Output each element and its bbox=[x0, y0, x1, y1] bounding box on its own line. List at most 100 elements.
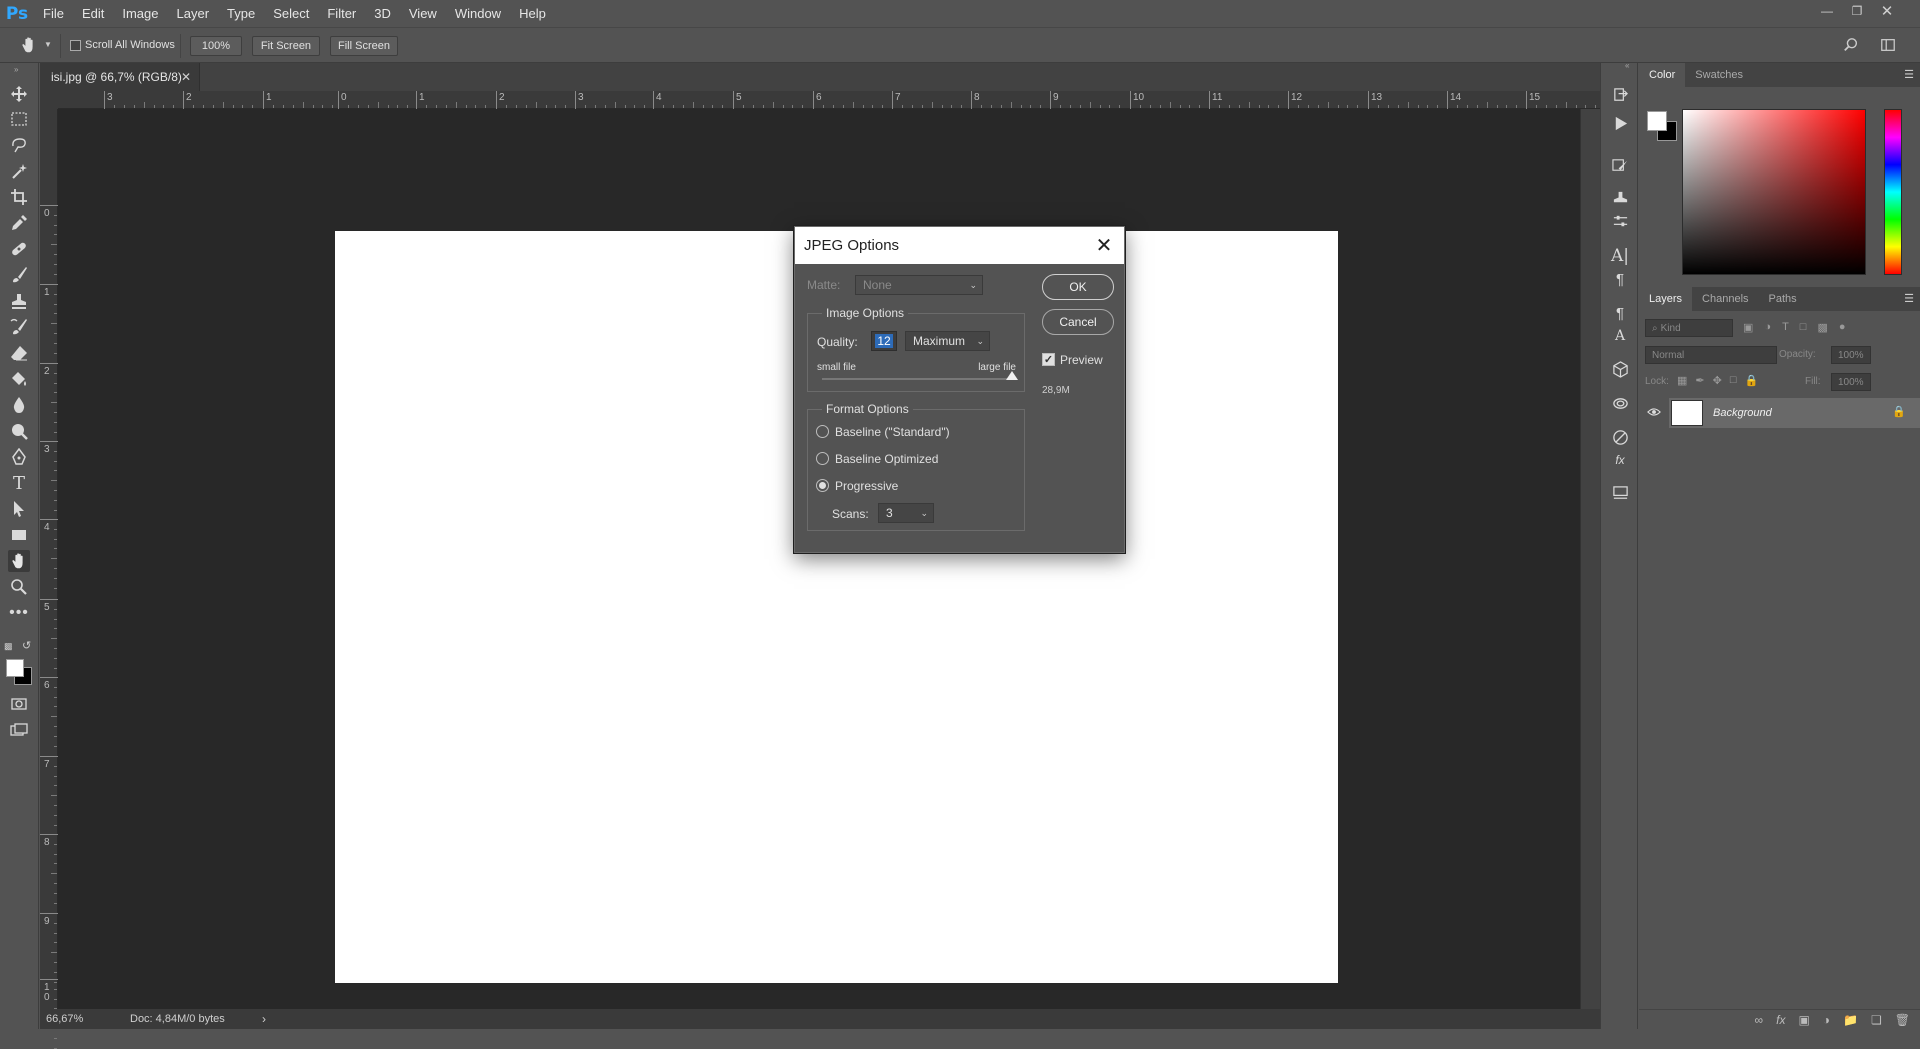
clone-stamp-tool-icon[interactable] bbox=[8, 290, 30, 312]
adjustment-layer-icon[interactable]: ◑ bbox=[1823, 1013, 1830, 1027]
blend-mode-select[interactable]: Normal bbox=[1645, 346, 1777, 364]
lock-transparent-icon[interactable]: ▦ bbox=[1677, 374, 1687, 387]
layers-panel-menu-icon[interactable]: ☰ bbox=[1904, 292, 1914, 305]
screen-mode-icon[interactable] bbox=[8, 719, 30, 741]
tab-swatches[interactable]: Swatches bbox=[1685, 63, 1753, 87]
foreground-color-swatch[interactable] bbox=[6, 659, 24, 677]
menu-view[interactable]: View bbox=[400, 0, 446, 27]
quality-preset-select[interactable]: Maximum ⌄ bbox=[905, 331, 990, 351]
tab-layers[interactable]: Layers bbox=[1639, 287, 1693, 311]
3d-panel-icon[interactable] bbox=[1610, 359, 1630, 379]
lock-position-icon[interactable]: ✥ bbox=[1713, 374, 1722, 387]
dodge-tool-icon[interactable] bbox=[8, 420, 30, 442]
cancel-button[interactable]: Cancel bbox=[1042, 309, 1114, 335]
layer-filter-kind[interactable]: ⌕ Kind bbox=[1645, 319, 1733, 337]
blur-tool-icon[interactable] bbox=[8, 394, 30, 416]
hand-tool-icon[interactable] bbox=[20, 36, 38, 54]
color-panel-menu-icon[interactable]: ☰ bbox=[1904, 68, 1914, 81]
adjustment-filter-icon[interactable]: ◑ bbox=[1764, 321, 1771, 334]
default-colors-icon[interactable]: ▩ bbox=[4, 641, 13, 652]
horizontal-ruler[interactable]: 3 2 1 0 1 2 3 4 5 6 7 8 9 10 11 12 13 14 15 bbox=[58, 91, 1600, 109]
search-icon[interactable] bbox=[1843, 37, 1861, 55]
tab-paths[interactable]: Paths bbox=[1759, 287, 1807, 311]
fill-screen-button[interactable]: Fill Screen bbox=[330, 36, 398, 56]
document-tab[interactable]: isi.jpg @ 66,7% (RGB/8) ✕ bbox=[40, 63, 200, 91]
fill-field[interactable]: 100% bbox=[1831, 373, 1871, 391]
color-panel-foreground-swatch[interactable] bbox=[1647, 111, 1667, 131]
type-tool-icon[interactable]: T bbox=[8, 472, 30, 494]
dialog-title-bar[interactable]: JPEG Options ✕ bbox=[795, 227, 1124, 264]
layer-mask-icon[interactable]: ▣ bbox=[1798, 1013, 1809, 1027]
actions-panel-icon[interactable] bbox=[1610, 113, 1630, 133]
menu-filter[interactable]: Filter bbox=[318, 0, 365, 27]
fit-screen-button[interactable]: Fit Screen bbox=[252, 36, 320, 56]
paragraph-panel-icon[interactable]: ¶ bbox=[1610, 269, 1630, 289]
layer-style-icon[interactable]: fx bbox=[1776, 1013, 1785, 1027]
vertical-scrollbar[interactable] bbox=[1580, 109, 1600, 1009]
type-filter-icon[interactable]: T bbox=[1782, 321, 1789, 334]
ruler-origin[interactable] bbox=[40, 91, 58, 109]
zoom-level[interactable]: 66,67% bbox=[46, 1013, 83, 1025]
move-tool-icon[interactable] bbox=[8, 83, 30, 105]
marquee-tool-icon[interactable] bbox=[8, 108, 30, 130]
hand-tool-active-icon[interactable] bbox=[8, 550, 30, 572]
menu-edit[interactable]: Edit bbox=[73, 0, 113, 27]
lock-image-icon[interactable]: ✒ bbox=[1695, 374, 1704, 387]
menu-image[interactable]: Image bbox=[113, 0, 167, 27]
swap-colors-icon[interactable]: ↺ bbox=[22, 639, 31, 652]
status-expand-icon[interactable]: › bbox=[262, 1012, 266, 1026]
vertical-ruler[interactable]: 0 1 2 3 4 5 6 7 8 9 1 0 bbox=[40, 109, 58, 1049]
more-tools-icon[interactable]: ••• bbox=[8, 602, 30, 624]
hue-slider[interactable] bbox=[1884, 109, 1902, 275]
magic-wand-tool-icon[interactable] bbox=[8, 160, 30, 182]
ok-button[interactable]: OK bbox=[1042, 274, 1114, 300]
menu-layer[interactable]: Layer bbox=[168, 0, 219, 27]
scroll-all-windows-checkbox[interactable] bbox=[70, 40, 81, 51]
path-selection-tool-icon[interactable] bbox=[8, 498, 30, 520]
baseline-optimized-radio[interactable] bbox=[816, 452, 829, 465]
quality-slider-track[interactable] bbox=[822, 378, 1012, 380]
delete-layer-icon[interactable]: 🗑 bbox=[1895, 1013, 1910, 1027]
zoom-100-button[interactable]: 100% bbox=[190, 36, 242, 56]
libraries-panel-icon[interactable] bbox=[1610, 393, 1630, 413]
menu-help[interactable]: Help bbox=[510, 0, 555, 27]
quick-mask-icon[interactable] bbox=[8, 693, 30, 715]
preview-checkbox[interactable]: ✓ bbox=[1042, 353, 1055, 366]
expand-strip-icon[interactable]: « bbox=[1625, 61, 1629, 70]
lock-artboard-icon[interactable]: □ bbox=[1730, 374, 1737, 387]
menu-window[interactable]: Window bbox=[446, 0, 510, 27]
new-layer-icon[interactable]: ❏ bbox=[1871, 1013, 1882, 1027]
lasso-tool-icon[interactable] bbox=[8, 134, 30, 156]
menu-file[interactable]: File bbox=[34, 0, 73, 27]
tab-color[interactable]: Color bbox=[1639, 63, 1686, 87]
close-window-icon[interactable]: ✕ bbox=[1875, 0, 1899, 22]
close-tab-icon[interactable]: ✕ bbox=[181, 70, 191, 84]
menu-select[interactable]: Select bbox=[264, 0, 318, 27]
matte-select[interactable]: None ⌄ bbox=[855, 275, 983, 295]
pen-tool-icon[interactable] bbox=[8, 446, 30, 468]
shape-filter-icon[interactable]: □ bbox=[1800, 321, 1807, 334]
paint-bucket-tool-icon[interactable] bbox=[8, 368, 30, 390]
scans-select[interactable]: 3 ⌄ bbox=[878, 503, 934, 523]
character-styles-panel-icon[interactable]: A bbox=[1610, 326, 1630, 346]
collapse-tools-icon[interactable]: » bbox=[14, 65, 18, 74]
layer-visibility-eye-icon[interactable] bbox=[1647, 405, 1663, 421]
baseline-standard-radio[interactable] bbox=[816, 425, 829, 438]
eraser-tool-icon[interactable] bbox=[8, 342, 30, 364]
glyphs-panel-icon[interactable] bbox=[1610, 483, 1630, 503]
smart-object-filter-icon[interactable]: ▩ bbox=[1817, 321, 1827, 334]
brush-tool-icon[interactable] bbox=[8, 264, 30, 286]
properties-panel-icon[interactable] bbox=[1610, 427, 1630, 447]
pixel-filter-icon[interactable]: ▣ bbox=[1743, 321, 1753, 334]
menu-3d[interactable]: 3D bbox=[365, 0, 400, 27]
restore-icon[interactable]: ❐ bbox=[1845, 0, 1869, 22]
rectangle-tool-icon[interactable] bbox=[8, 524, 30, 546]
opacity-field[interactable]: 100% bbox=[1831, 346, 1871, 364]
dialog-close-icon[interactable]: ✕ bbox=[1094, 235, 1114, 257]
adjustments-panel-icon[interactable] bbox=[1610, 211, 1630, 231]
menu-type[interactable]: Type bbox=[218, 0, 264, 27]
zoom-tool-icon[interactable] bbox=[8, 576, 30, 598]
crop-tool-icon[interactable] bbox=[8, 186, 30, 208]
brush-settings-panel-icon[interactable] bbox=[1610, 155, 1630, 175]
progressive-radio[interactable] bbox=[816, 479, 829, 492]
